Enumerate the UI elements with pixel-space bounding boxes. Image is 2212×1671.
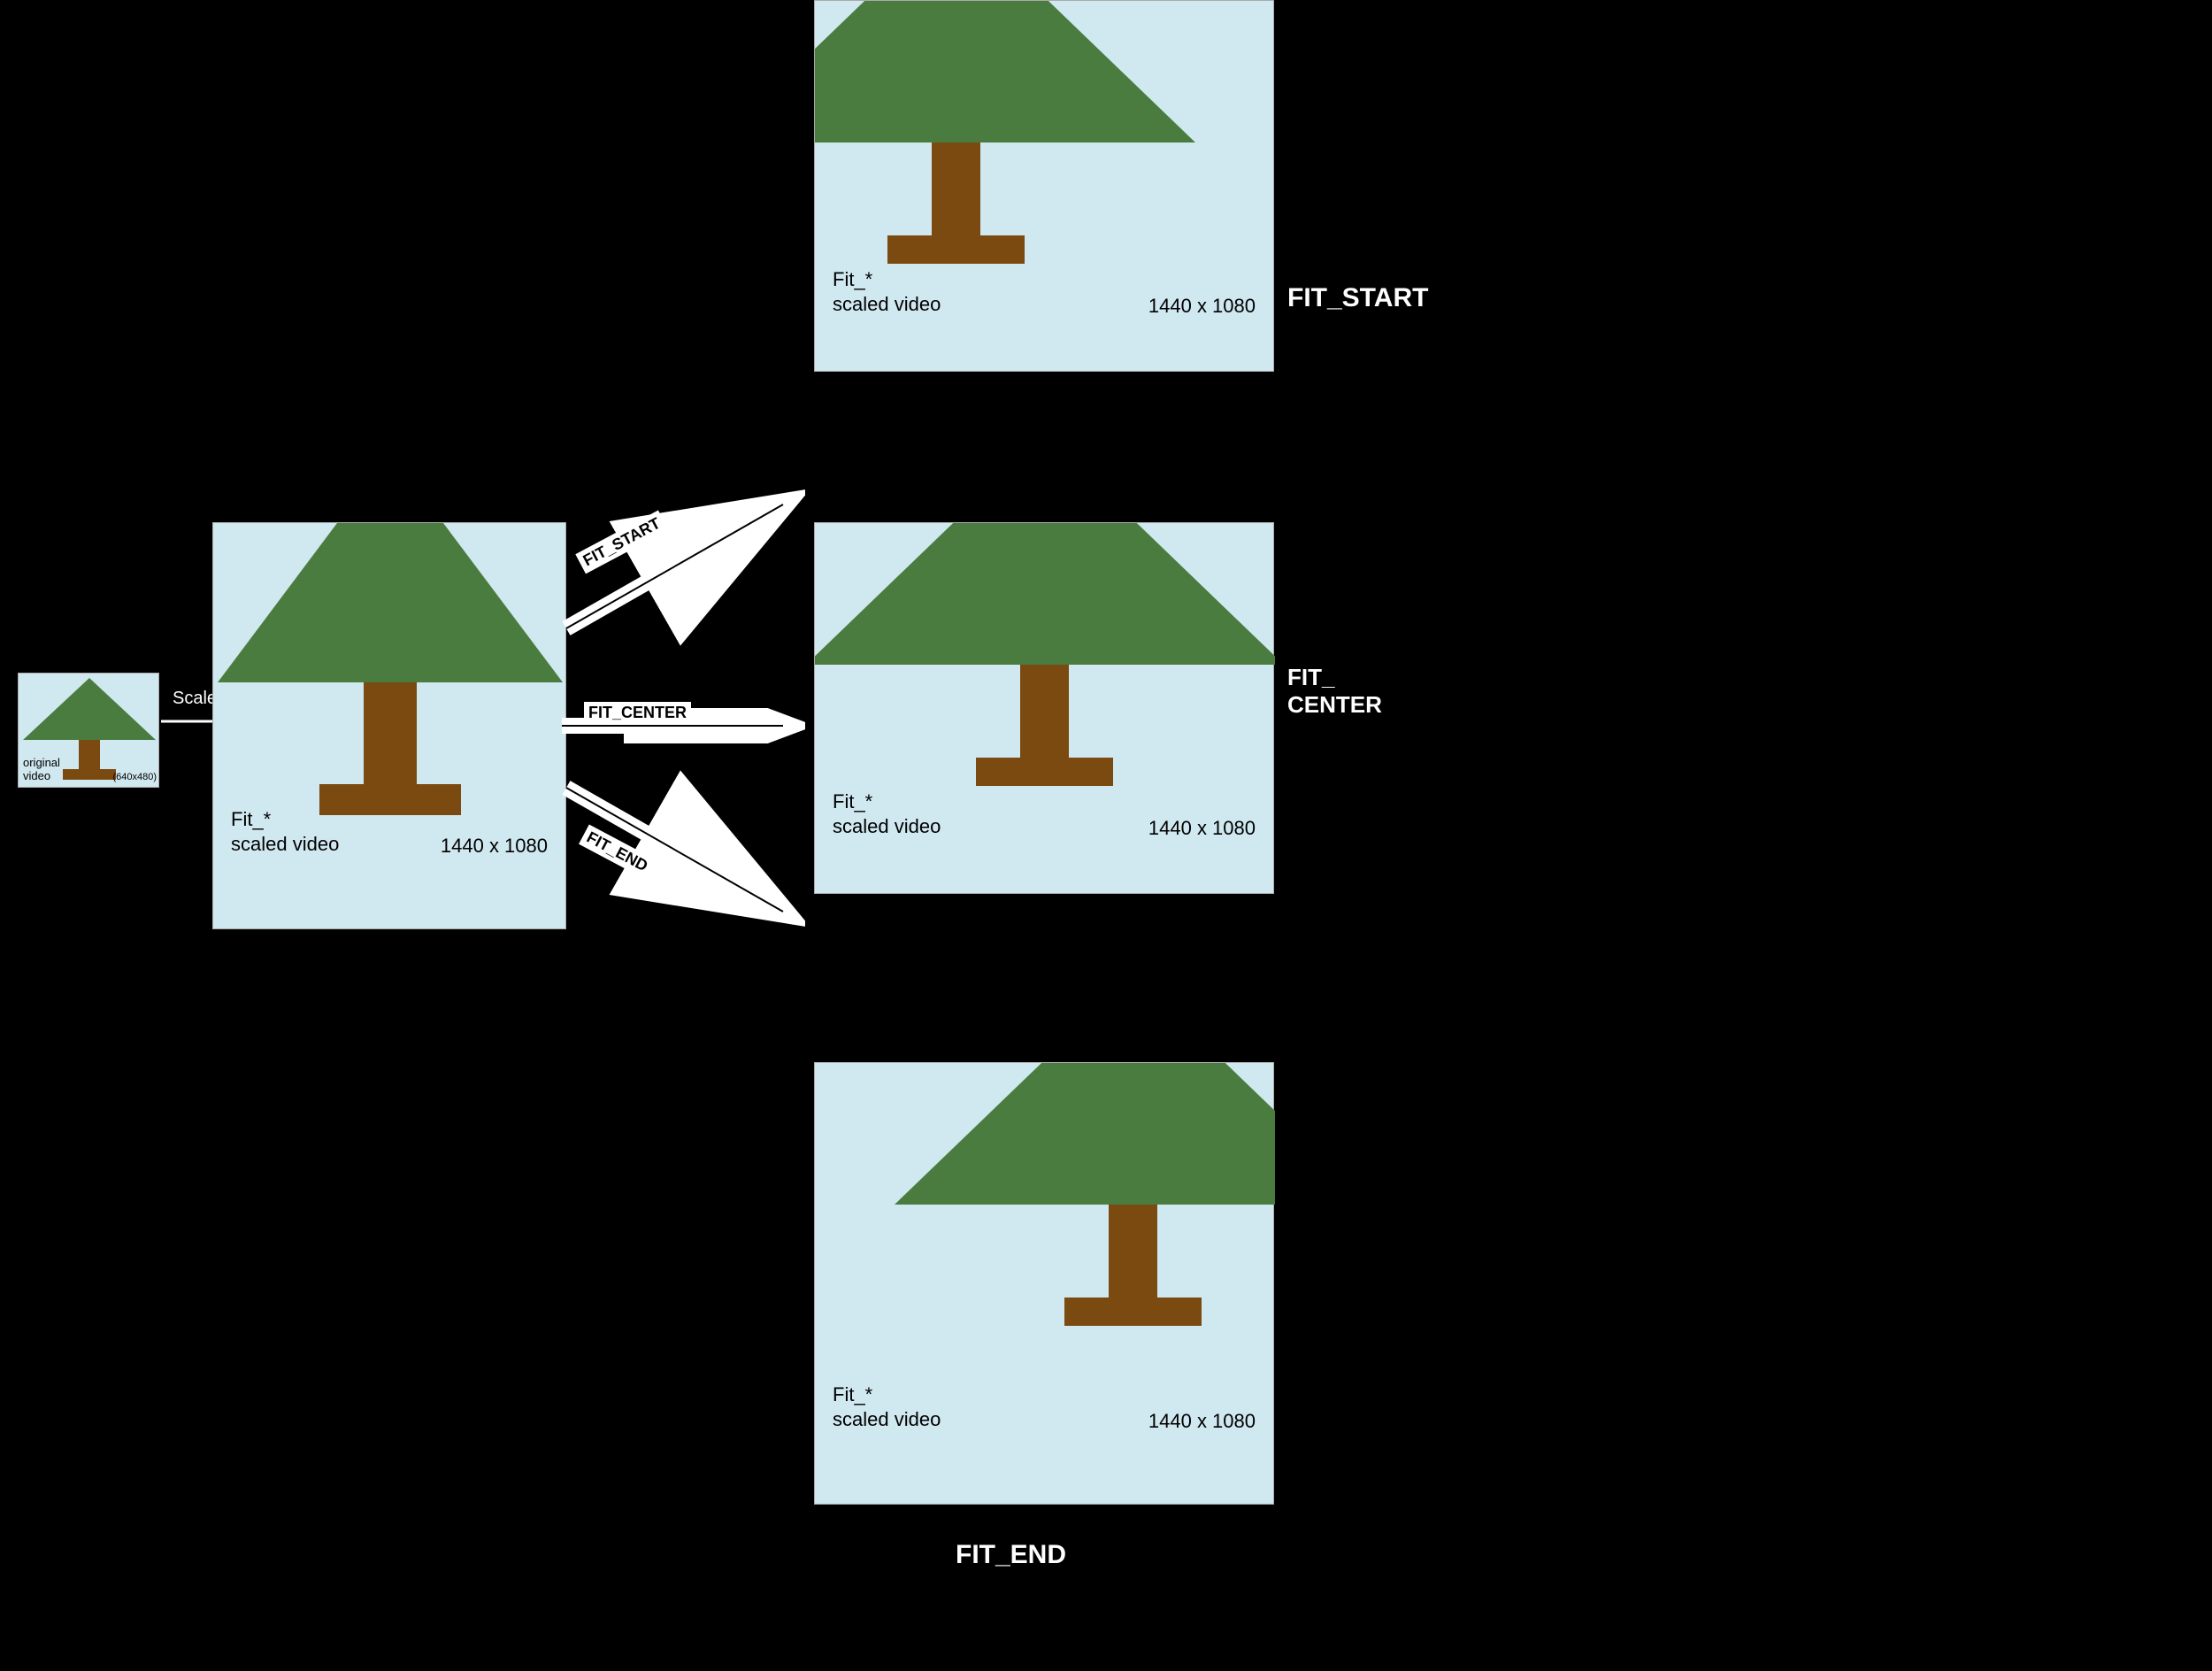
- fit-start-fit-label: Fit_*scaled video: [833, 267, 941, 318]
- fit-end-size-label: 1440 x 1080: [1148, 1410, 1256, 1433]
- fit-end-video-box: Fit_*scaled video 1440 x 1080: [814, 1062, 1274, 1505]
- fit-start-video-box: Fit_*scaled video 1440 x 1080: [814, 0, 1274, 372]
- original-size: (640x480): [112, 772, 157, 782]
- fit-end-fit-label: Fit_*scaled video: [833, 1382, 941, 1433]
- scale-label: Scale: [173, 689, 217, 709]
- middle-size-label: 1440 x 1080: [441, 835, 548, 858]
- fit-center-label: FIT_CENTER: [1287, 664, 1382, 719]
- middle-fit-label: Fit_*scaled video: [231, 807, 339, 858]
- original-label: original video: [23, 756, 60, 782]
- fit-end-label: FIT_END: [956, 1540, 1066, 1570]
- fit-center-arrow-label: FIT_CENTER: [584, 702, 691, 724]
- original-video-box: original video (640x480): [18, 673, 159, 788]
- fit-center-size-label: 1440 x 1080: [1148, 817, 1256, 840]
- fit-start-label: FIT_START: [1287, 283, 1428, 313]
- fit-center-fit-label: Fit_*scaled video: [833, 789, 941, 840]
- middle-video-box: Fit_*scaled video 1440 x 1080: [212, 522, 566, 929]
- fit-start-size-label: 1440 x 1080: [1148, 295, 1256, 318]
- fit-center-video-box: Fit_*scaled video 1440 x 1080: [814, 522, 1274, 894]
